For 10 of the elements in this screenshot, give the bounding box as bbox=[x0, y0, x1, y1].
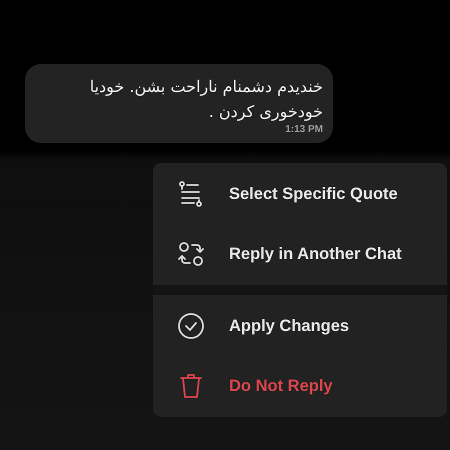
trash-icon bbox=[177, 372, 205, 400]
menu-item[interactable]: Apply Changes bbox=[153, 296, 447, 356]
quote-lines-icon bbox=[177, 180, 205, 208]
menu-item[interactable]: Do Not Reply bbox=[153, 356, 447, 416]
message-text: خندیدم دشمنام ناراحت بشن. خودیا خودخوری کردن . bbox=[88, 76, 323, 123]
menu-item[interactable]: Select Specific Quote bbox=[153, 164, 447, 224]
menu-item[interactable]: Reply in Another Chat bbox=[153, 224, 447, 284]
swap-circles-icon bbox=[177, 240, 205, 268]
check-circle-icon bbox=[177, 312, 205, 340]
message-time: 1:13 PM bbox=[285, 124, 323, 135]
